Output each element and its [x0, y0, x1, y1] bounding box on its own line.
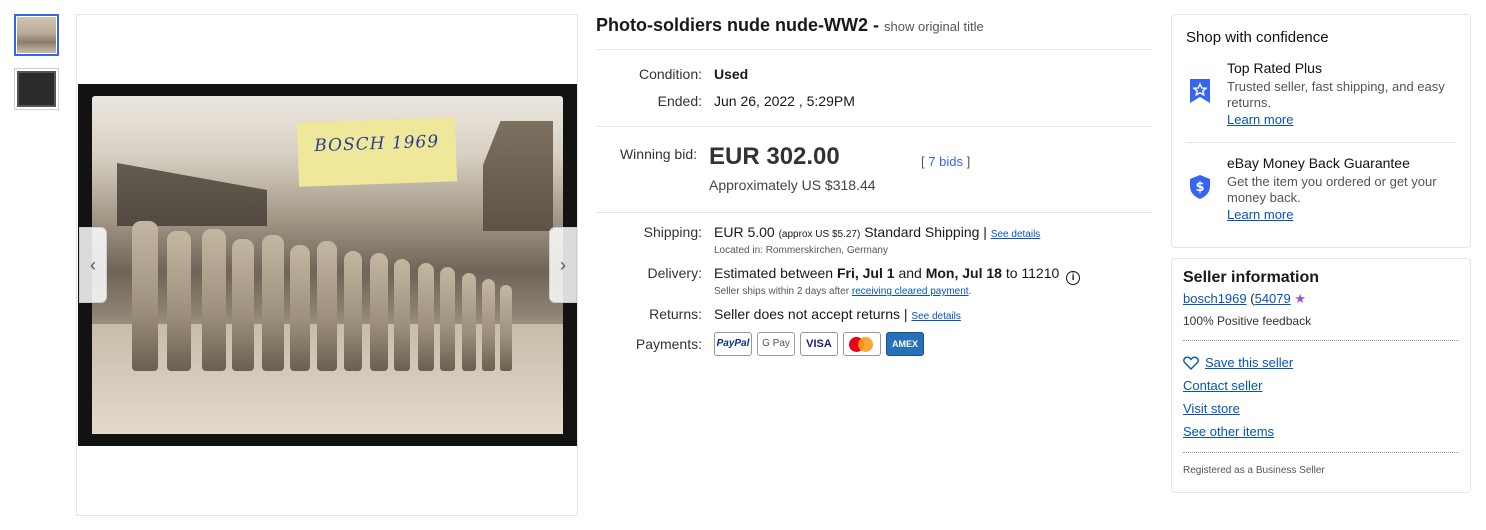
returns-label: Returns: [649, 306, 702, 322]
condition-value: Used [714, 66, 749, 82]
seller-name-line: bosch1969 (54079 ★ [1183, 291, 1459, 307]
learn-more-link[interactable]: Learn more [1227, 112, 1293, 127]
contact-seller-link[interactable]: Contact seller [1183, 374, 1459, 397]
prev-image-button[interactable]: ‹ [79, 227, 107, 303]
chevron-right-icon: › [560, 254, 566, 275]
payments-label: Payments: [635, 336, 702, 352]
vintage-photo: BOSCH 1969 [92, 96, 563, 434]
heart-icon [1183, 356, 1199, 370]
delivery-note-end: . [968, 286, 972, 297]
save-seller-link[interactable]: Save this seller [1183, 351, 1459, 374]
amex-icon: AMEX [886, 332, 924, 356]
main-photo[interactable]: BOSCH 1969 [78, 84, 577, 446]
shipping-label: Shipping: [643, 224, 702, 240]
google-pay-icon: G Pay [757, 332, 795, 356]
seller-information-panel: Seller information bosch1969 (54079 ★ 10… [1171, 258, 1471, 493]
visit-store-link[interactable]: Visit store [1183, 397, 1459, 420]
thumbnail-image [17, 71, 56, 107]
mastercard-icon [843, 332, 881, 356]
shipping-approx: (approx US $5.27) [778, 229, 861, 240]
photo-label: BOSCH 1969 [296, 117, 458, 187]
delivery-date-start: Fri, Jul 1 [836, 265, 895, 281]
listing-details: Photo-soldiers nude nude-WW2 - show orig… [596, 14, 1152, 362]
delivery-zip: to 11210 [1005, 265, 1060, 281]
title-text: Photo-soldiers nude nude-WW2 - [596, 15, 879, 35]
shipping-details-link[interactable]: See details [991, 229, 1040, 240]
see-other-items-link[interactable]: See other items [1183, 420, 1459, 443]
seller-links: Save this seller Contact seller Visit st… [1183, 341, 1459, 453]
photo-crowd [122, 221, 522, 371]
shooting-star-icon: ★ [1294, 291, 1307, 306]
learn-more-link[interactable]: Learn more [1227, 207, 1293, 222]
returns-details-link[interactable]: See details [911, 311, 960, 322]
delivery-text: Estimated between [714, 265, 834, 281]
chevron-left-icon: ‹ [90, 254, 96, 275]
business-seller-note: Registered as a Business Seller [1183, 465, 1325, 476]
item-location: Located in: Rommerskirchen, Germany [714, 245, 888, 256]
confidence-item-desc: Get the item you ordered or get your mon… [1227, 174, 1437, 205]
shipping-method: Standard Shipping | [864, 224, 987, 240]
condition-label: Condition: [638, 66, 702, 82]
shield-dollar-icon: $ [1190, 175, 1210, 199]
approx-price: Approximately US $318.44 [709, 177, 876, 193]
delivery-date-end: Mon, Jul 18 [925, 265, 1002, 281]
seller-feedback-score-link[interactable]: 54079 [1255, 291, 1291, 306]
main-image-frame: BOSCH 1969 ‹ › [76, 14, 578, 516]
confidence-item-desc: Trusted seller, fast shipping, and easy … [1227, 79, 1445, 110]
bid-history-link[interactable]: 7 bids [928, 154, 963, 169]
positive-feedback: 100% Positive feedback [1183, 314, 1459, 341]
confidence-item-title: Top Rated Plus [1227, 60, 1322, 76]
delivery-text: and [898, 265, 922, 281]
svg-text:$: $ [1195, 180, 1204, 195]
bid-section: Winning bid: EUR 302.00 Approximately US… [596, 127, 1152, 213]
photo-building [117, 163, 267, 226]
paypal-icon: PayPal [714, 332, 752, 356]
delivery-note: Seller ships within 2 days after [714, 286, 850, 297]
seller-username-link[interactable]: bosch1969 [1183, 291, 1247, 306]
top-rated-plus: Top Rated Plus Trusted seller, fast ship… [1186, 60, 1456, 140]
ended-value: Jun 26, 2022 , 5:29PM [714, 93, 855, 109]
ended-label: Ended: [657, 93, 702, 109]
thumbnail-image [17, 17, 56, 53]
delivery-label: Delivery: [647, 265, 702, 281]
next-image-button[interactable]: › [549, 227, 577, 303]
listing-title: Photo-soldiers nude nude-WW2 - show orig… [596, 14, 1152, 50]
winning-bid-price: EUR 302.00 [709, 143, 840, 170]
condition-section: Condition: Used Ended: Jun 26, 2022 , 5:… [596, 50, 1152, 127]
cleared-payment-link[interactable]: receiving cleared payment [852, 286, 969, 297]
confidence-title: Shop with confidence [1186, 29, 1329, 46]
seller-info-title: Seller information [1183, 269, 1320, 286]
shop-with-confidence-panel: Shop with confidence Top Rated Plus Trus… [1171, 14, 1471, 248]
money-back-guarantee: $ eBay Money Back Guarantee Get the item… [1186, 142, 1456, 224]
shipping-section: Shipping: EUR 5.00 (approx US $5.27) Sta… [596, 213, 1152, 356]
confidence-item-title: eBay Money Back Guarantee [1227, 155, 1410, 171]
top-rated-badge-icon [1190, 79, 1210, 103]
bracket: [ [921, 154, 925, 169]
thumbnail-1[interactable] [14, 14, 59, 56]
thumbnail-strip [14, 14, 59, 122]
thumbnail-2[interactable] [14, 68, 59, 110]
photo-building [483, 121, 553, 231]
visa-icon: VISA [800, 332, 838, 356]
bid-count: [ 7 bids ] [921, 154, 970, 169]
payment-methods: PayPal G Pay VISA AMEX [714, 332, 1152, 356]
winning-bid-label: Winning bid: [619, 146, 697, 162]
shipping-cost: EUR 5.00 [714, 224, 775, 240]
bracket: ] [966, 154, 971, 169]
info-icon[interactable]: i [1066, 271, 1081, 285]
returns-text: Seller does not accept returns | [714, 306, 908, 322]
show-original-title-link[interactable]: show original title [884, 19, 984, 34]
save-seller-label: Save this seller [1205, 355, 1294, 370]
